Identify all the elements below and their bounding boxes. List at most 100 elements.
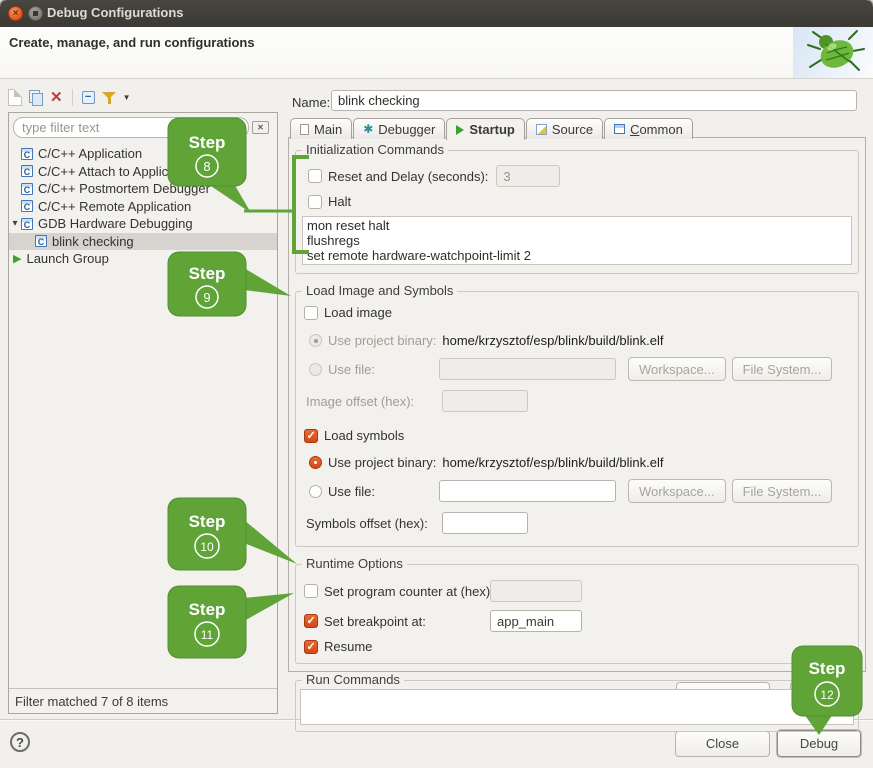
c-config-icon xyxy=(21,148,33,160)
tab-debugger[interactable]: ✱ Debugger xyxy=(353,118,445,139)
title-bar: × Debug Configurations xyxy=(0,0,873,27)
window-title: Debug Configurations xyxy=(47,5,184,20)
image-file-input xyxy=(439,358,616,380)
source-icon xyxy=(536,124,547,135)
tree-item-gdb-hardware-debugging[interactable]: ▾ GDB Hardware Debugging xyxy=(9,215,277,233)
delete-configuration-icon[interactable]: ✕ xyxy=(50,90,63,105)
runtime-options-group: Runtime Options Set program counter at (… xyxy=(295,564,859,664)
tab-label: Debugger xyxy=(378,122,435,137)
halt-label: Halt xyxy=(328,194,351,209)
set-program-counter-label: Set program counter at (hex): xyxy=(324,584,494,599)
reset-delay-input xyxy=(496,165,560,187)
run-commands-group: Run Commands xyxy=(295,680,859,732)
image-use-file-radio xyxy=(309,363,322,376)
image-offset-label: Image offset (hex): xyxy=(306,394,431,409)
configurations-tree: C/C++ Application C/C++ Attach to Applic… xyxy=(9,145,277,268)
tab-common[interactable]: Common xyxy=(604,118,693,139)
tree-item-label: C/C++ Application xyxy=(38,146,142,161)
startup-play-icon xyxy=(456,125,464,135)
name-input[interactable] xyxy=(331,90,857,111)
minimize-window-icon[interactable] xyxy=(28,6,43,21)
tree-item-label: Launch Group xyxy=(26,251,108,266)
symbols-workspace-button: Workspace... xyxy=(628,479,726,503)
halt-checkbox[interactable] xyxy=(308,195,322,209)
resume-label: Resume xyxy=(324,639,372,654)
tree-item-label: C/C++ Postmortem Debugger xyxy=(38,181,210,196)
load-symbols-checkbox[interactable] xyxy=(304,429,318,443)
tree-item-cpp-application[interactable]: C/C++ Application xyxy=(9,145,277,163)
tree-item-label: C/C++ Remote Application xyxy=(38,199,191,214)
configurations-toolbar: ✕ − ▼ xyxy=(8,86,131,108)
tree-item-label: blink checking xyxy=(52,234,134,249)
c-config-icon xyxy=(35,235,47,247)
debug-configurations-dialog: × Debug Configurations Create, manage, a… xyxy=(0,0,873,768)
breakpoint-input[interactable] xyxy=(490,610,582,632)
filter-launch-icon[interactable] xyxy=(102,90,116,105)
initialization-commands-group: Initialization Commands Reset and Delay … xyxy=(295,150,859,274)
c-config-icon xyxy=(21,183,33,195)
symbols-use-file-radio[interactable] xyxy=(309,485,322,498)
image-file-system-button: File System... xyxy=(732,357,833,381)
image-offset-input xyxy=(442,390,528,412)
expanded-arrow-icon[interactable]: ▾ xyxy=(9,218,21,229)
tab-source[interactable]: Source xyxy=(526,118,603,139)
load-image-checkbox[interactable] xyxy=(304,306,318,320)
debugger-icon: ✱ xyxy=(363,123,373,135)
group-title: Initialization Commands xyxy=(302,142,448,157)
symbols-use-project-binary-radio[interactable] xyxy=(309,456,322,469)
duplicate-configuration-icon[interactable] xyxy=(29,90,43,105)
symbols-file-system-button: File System... xyxy=(732,479,833,503)
filter-status-text: Filter matched 7 of 8 items xyxy=(9,688,277,713)
tab-label: Main xyxy=(314,122,342,137)
tab-startup[interactable]: Startup xyxy=(446,118,525,140)
init-commands-textarea[interactable]: mon reset halt flushregs set remote hard… xyxy=(302,216,852,265)
new-configuration-icon[interactable] xyxy=(8,89,22,106)
symbols-binary-path: home/krzysztof/esp/blink/build/blink.elf xyxy=(442,455,663,470)
close-window-icon[interactable]: × xyxy=(8,6,23,21)
symbols-offset-input[interactable] xyxy=(442,512,528,534)
use-file-label: Use file: xyxy=(328,362,375,377)
tree-item-launch-group[interactable]: ▶ Launch Group xyxy=(9,250,277,268)
group-title: Runtime Options xyxy=(302,556,407,571)
tab-main[interactable]: Main xyxy=(290,118,352,139)
c-config-icon xyxy=(21,165,33,177)
image-workspace-button: Workspace... xyxy=(628,357,726,381)
configurations-panel: ✕ C/C++ Application C/C++ Attach to Appl… xyxy=(8,112,278,714)
tree-item-blink-checking[interactable]: blink checking xyxy=(9,233,277,251)
filter-menu-caret-icon[interactable]: ▼ xyxy=(123,93,131,102)
collapse-all-icon[interactable]: − xyxy=(82,91,95,104)
filter-input[interactable] xyxy=(13,117,249,138)
use-project-binary-label: Use project binary: xyxy=(328,333,436,348)
set-breakpoint-label: Set breakpoint at: xyxy=(324,614,426,629)
set-breakpoint-checkbox[interactable] xyxy=(304,614,318,628)
tree-item-label: C/C++ Attach to Application xyxy=(38,164,196,179)
image-binary-path: home/krzysztof/esp/blink/build/blink.elf xyxy=(442,333,663,348)
debug-button[interactable]: Debug xyxy=(777,730,861,757)
symbols-file-input[interactable] xyxy=(439,480,616,502)
dialog-subtitle: Create, manage, and run configurations xyxy=(9,35,255,50)
use-file-label: Use file: xyxy=(328,484,375,499)
launch-group-icon: ▶ xyxy=(13,252,21,265)
toolbar-separator xyxy=(72,89,73,106)
tree-item-cpp-remote[interactable]: C/C++ Remote Application xyxy=(9,198,277,216)
tree-item-cpp-postmortem[interactable]: C/C++ Postmortem Debugger xyxy=(9,180,277,198)
startup-tab-content: Initialization Commands Reset and Delay … xyxy=(288,137,866,672)
clear-filter-icon[interactable]: ✕ xyxy=(252,121,269,134)
image-use-project-binary-radio xyxy=(309,334,322,347)
group-title: Run Commands xyxy=(302,672,404,687)
symbols-offset-label: Symbols offset (hex): xyxy=(306,516,431,531)
resume-checkbox[interactable] xyxy=(304,640,318,654)
config-tabs: Main ✱ Debugger Startup Source Common xyxy=(290,117,694,139)
set-program-counter-checkbox[interactable] xyxy=(304,584,318,598)
reset-and-delay-checkbox[interactable] xyxy=(308,169,322,183)
reset-and-delay-label: Reset and Delay (seconds): xyxy=(328,169,488,184)
tab-label: Startup xyxy=(469,122,515,137)
run-commands-textarea[interactable] xyxy=(300,689,854,725)
help-icon[interactable]: ? xyxy=(10,732,30,752)
page-icon xyxy=(300,124,309,135)
c-config-icon xyxy=(21,200,33,212)
close-button[interactable]: Close xyxy=(675,731,770,757)
bug-icon xyxy=(793,27,873,78)
tree-item-label: GDB Hardware Debugging xyxy=(38,216,193,231)
tree-item-cpp-attach[interactable]: C/C++ Attach to Application xyxy=(9,163,277,181)
